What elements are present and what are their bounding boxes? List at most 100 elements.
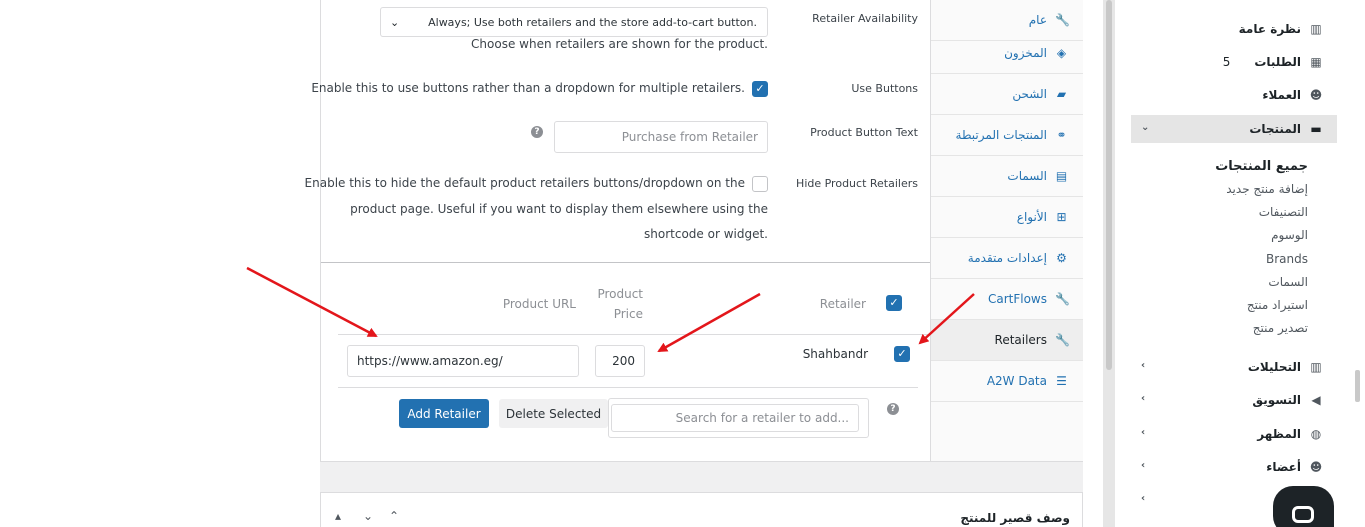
add-retailer-button[interactable]: Add Retailer	[399, 399, 489, 428]
archive-icon: ▬	[1310, 122, 1322, 136]
submenu-tags[interactable]: الوسوم	[1271, 228, 1308, 242]
sidebar-item-label: نظرة عامة	[1238, 22, 1301, 36]
use-buttons-checkbox[interactable]: ✓	[752, 81, 768, 97]
use-buttons-desc: Enable this to use buttons rather than a…	[311, 81, 745, 95]
scrollbar-thumb[interactable]	[1106, 0, 1112, 370]
chat-button[interactable]	[1273, 486, 1334, 527]
sidebar-item-appearance[interactable]: ‹ المظهر ◍	[1131, 420, 1337, 448]
col-product-url: Product URL	[502, 297, 576, 311]
sidebar-item-members[interactable]: ‹ أعضاء ☻	[1131, 453, 1337, 481]
grid-icon: ▦	[1310, 55, 1322, 69]
chevron-left-icon: ‹	[1141, 427, 1146, 438]
retailer-availability-label: Retailer Availability	[812, 12, 918, 25]
product-button-text-label: Product Button Text	[810, 126, 918, 139]
chevron-down-icon: ⌄	[390, 16, 400, 29]
submenu-attributes[interactable]: السمات	[1268, 275, 1308, 289]
chat-icon	[1292, 506, 1314, 523]
gear-icon: ⚙	[1056, 250, 1067, 265]
tab-label: الأنواع	[1016, 210, 1047, 224]
move-up-icon[interactable]: ▴	[335, 509, 341, 523]
database-icon: ☰	[1056, 373, 1067, 388]
sidebar-item-customers[interactable]: العملاء ☻	[1131, 81, 1337, 109]
delete-selected-button[interactable]: Delete Selected	[499, 399, 608, 428]
sidebar-item-overview[interactable]: نظرة عامة ▥	[1131, 15, 1337, 43]
col-price-line2: Price	[613, 307, 643, 321]
chart-icon: ▥	[1310, 22, 1322, 36]
chevron-down-icon[interactable]: ⌄	[363, 509, 373, 523]
orders-count-badge: 5	[1222, 55, 1231, 69]
sidebar-item-products[interactable]: ⌄ المنتجات ▬	[1131, 115, 1337, 143]
megaphone-icon: ◀	[1311, 393, 1321, 407]
sidebar-item-label: العملاء	[1262, 88, 1301, 102]
tab-a2w-data[interactable]: A2W Data ☰	[931, 361, 1084, 402]
wrench-icon: 🔧	[1055, 291, 1070, 306]
hide-retailers-label: Hide Product Retailers	[796, 177, 918, 190]
tab-cartflows[interactable]: CartFlows 🔧	[931, 279, 1084, 320]
submenu-export[interactable]: تصدير منتج	[1253, 321, 1308, 335]
retailer-search-input[interactable]: Search for a retailer to add...	[611, 404, 859, 432]
tab-inventory[interactable]: المخزون ◈	[931, 33, 1084, 74]
product-data-tabs: عام 🔧 المخزون ◈ الشحن ▰ المنتجات المرتبطة ⚭ …	[930, 0, 1084, 461]
palette-icon: ◍	[1310, 427, 1322, 441]
product-button-text-input[interactable]: Purchase from Retailer	[554, 121, 768, 153]
sidebar-item-marketing[interactable]: ‹ التسويق ◀	[1131, 386, 1337, 414]
tab-variations[interactable]: الأنواع ⊞	[931, 197, 1084, 238]
left-canvas	[0, 0, 320, 527]
submenu-add-product[interactable]: إضافة منتج جديد	[1226, 182, 1308, 196]
help-icon[interactable]: ?	[887, 403, 899, 415]
chevron-down-icon: ⌄	[1141, 122, 1150, 133]
sidebar-item-label: المظهر	[1257, 427, 1301, 441]
tab-label: CartFlows	[987, 292, 1047, 306]
col-retailer: Retailer	[819, 297, 866, 311]
chevron-left-icon: ‹	[1141, 360, 1146, 371]
sidebar-item-analytics[interactable]: ‹ التحليلات ▥	[1131, 353, 1337, 381]
chevron-left-icon: ‹	[1141, 393, 1146, 404]
sidebar-item-label: المنتجات	[1249, 122, 1301, 136]
chevron-left-icon: ‹	[1141, 493, 1146, 504]
help-icon[interactable]: ?	[531, 126, 543, 138]
retailer-search-wrap: Search for a retailer to add...	[608, 398, 869, 438]
truck-icon: ▰	[1056, 86, 1067, 101]
submenu-categories[interactable]: التصنيفات	[1259, 205, 1308, 219]
sidebar-item-orders[interactable]: 5 الطلبات ▦	[1131, 48, 1337, 76]
retailer-availability-desc: Choose when retailers are shown for the …	[471, 37, 768, 51]
row-checkbox[interactable]: ✓	[894, 346, 910, 362]
row-url-value: https://www.amazon.eg/	[357, 354, 503, 368]
tab-label: الشحن	[1012, 87, 1047, 101]
short-description-panel: وصف قصير للمنتج ▴ ⌄ ⌃	[320, 492, 1083, 527]
chevron-up-icon[interactable]: ⌃	[389, 509, 399, 523]
submenu-brands[interactable]: Brands	[1266, 252, 1308, 266]
tab-attributes[interactable]: السمات ▤	[931, 156, 1084, 197]
tab-label: المخزون	[1004, 46, 1047, 60]
hide-retailers-desc-2: product page. Useful if you want to disp…	[350, 202, 768, 216]
sidebar-item-label: التحليلات	[1247, 360, 1301, 374]
tab-advanced[interactable]: إعدادات متقدمة ⚙	[931, 238, 1084, 279]
tab-label: Retailers	[994, 333, 1047, 347]
select-all-checkbox[interactable]: ✓	[886, 295, 902, 311]
sidebar-item-label: التسويق	[1252, 393, 1301, 407]
tab-shipping[interactable]: الشحن ▰	[931, 74, 1084, 115]
grid-icon: ⊞	[1056, 209, 1067, 224]
tag-icon: ◈	[1056, 45, 1067, 60]
section-divider	[321, 262, 930, 263]
users-icon: ☻	[1309, 88, 1323, 102]
sidebar-item-label: أعضاء	[1266, 460, 1301, 474]
tab-linked-products[interactable]: المنتجات المرتبطة ⚭	[931, 115, 1084, 156]
sidebar-item-label: الطلبات	[1254, 55, 1301, 69]
submenu-all-products[interactable]: جميع المنتجات	[1215, 159, 1308, 174]
link-icon: ⚭	[1056, 127, 1067, 142]
hide-retailers-desc-3: shortcode or widget.	[644, 227, 768, 241]
page-scrollbar-thumb[interactable]	[1355, 370, 1360, 402]
short-description-title: وصف قصير للمنتج	[960, 511, 1070, 525]
hide-retailers-checkbox[interactable]	[752, 176, 768, 192]
wrench-icon: 🔧	[1055, 332, 1070, 347]
tab-label: عام	[1028, 13, 1047, 27]
submenu-import[interactable]: استيراد منتج	[1247, 298, 1308, 312]
page: Retailer Availability ⌄ Always; Use both…	[0, 0, 1365, 527]
tab-label: المنتجات المرتبطة	[955, 128, 1047, 142]
table-divider	[338, 334, 930, 335]
tab-retailers[interactable]: Retailers 🔧	[931, 320, 1084, 361]
row-price-input[interactable]: 200	[595, 345, 645, 377]
wrench-icon: 🔧	[1055, 12, 1070, 27]
row-url-input[interactable]: https://www.amazon.eg/	[347, 345, 579, 377]
